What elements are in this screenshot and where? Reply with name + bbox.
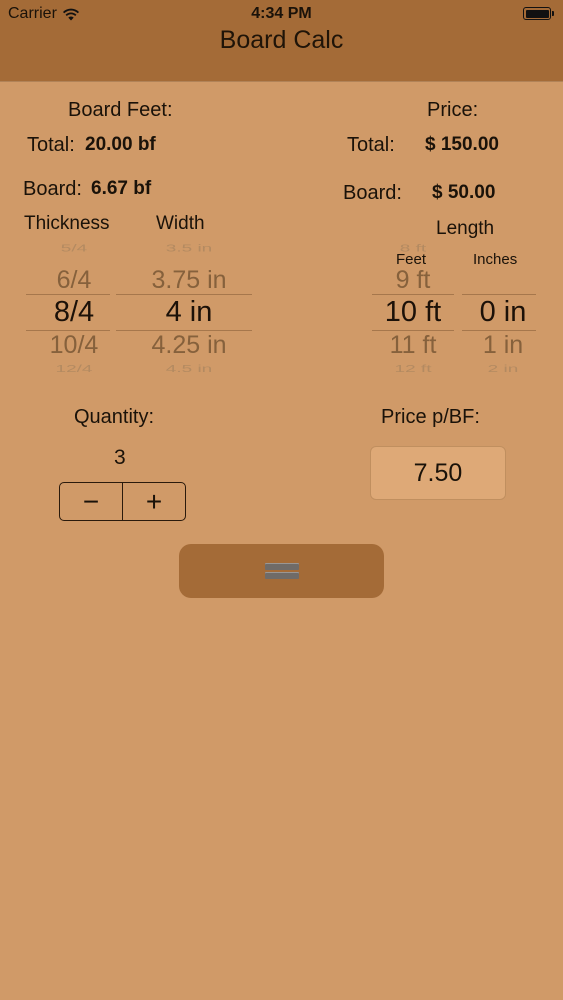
decrement-button[interactable]: −	[60, 483, 122, 520]
thickness-label: Thickness	[24, 213, 110, 234]
feet-picker[interactable]: 8 ft 9 ft 10 ft 11 ft 12 ft	[372, 242, 454, 376]
width-label: Width	[156, 213, 205, 234]
price-board-value: $ 50.00	[432, 182, 496, 203]
thickness-selected: 8/4	[53, 296, 95, 328]
increment-button[interactable]: +	[122, 483, 185, 520]
width-selected: 4 in	[165, 296, 213, 328]
inches-picker[interactable]: 0 in 1 in 2 in	[462, 242, 544, 376]
price-board-label: Board:	[343, 182, 402, 204]
width-picker[interactable]: 3.5 in 3.75 in 4 in 4.25 in 4.5 in	[116, 242, 262, 376]
battery-icon	[523, 7, 554, 20]
board-feet-header: Board Feet:	[68, 99, 173, 121]
feet-selected: 10 ft	[384, 296, 442, 328]
bf-board-label: Board:	[23, 178, 82, 200]
price-per-bf-label: Price p/BF:	[381, 406, 480, 428]
status-time: 4:34 PM	[251, 5, 312, 22]
quantity-label: Quantity:	[74, 406, 155, 428]
page-title: Board Calc	[219, 26, 344, 54]
length-label: Length	[436, 218, 495, 239]
inches-selected: 0 in	[479, 296, 527, 328]
bf-total-label: Total:	[27, 134, 75, 156]
bf-board-value: 6.67 bf	[91, 178, 152, 199]
price-per-bf-input[interactable]	[370, 446, 506, 500]
price-header: Price:	[427, 99, 479, 121]
bf-total-value: 20.00 bf	[85, 134, 156, 155]
calculate-button[interactable]	[179, 544, 384, 598]
thickness-picker[interactable]: 5/4 6/4 8/4 10/4 12/4	[24, 242, 124, 376]
quantity-value: 3	[114, 446, 126, 469]
price-total-label: Total:	[347, 134, 395, 156]
quantity-stepper[interactable]: − +	[59, 482, 186, 521]
price-total-value: $ 150.00	[425, 134, 499, 155]
equals-icon	[264, 561, 299, 581]
